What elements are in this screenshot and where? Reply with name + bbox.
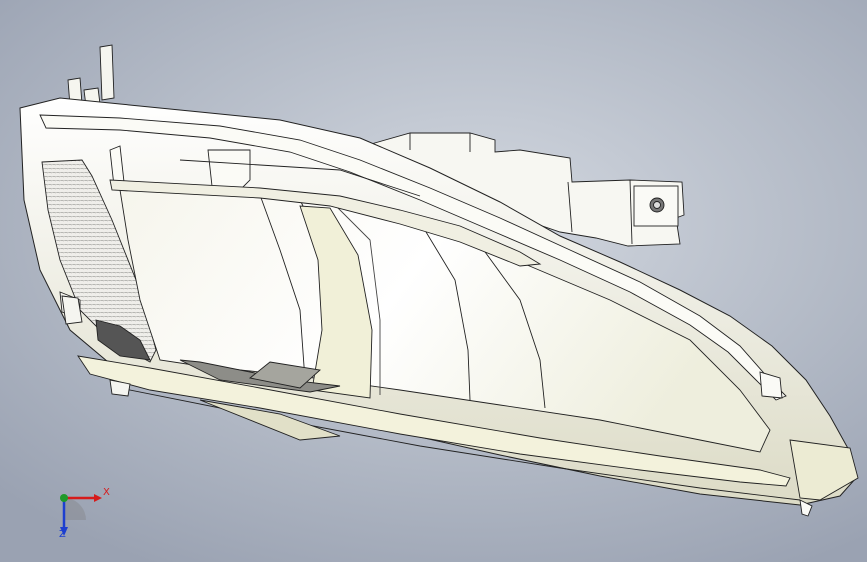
triad-plane	[64, 498, 86, 520]
graphics-viewport[interactable]: X Z	[0, 0, 867, 562]
y-axis-dot	[60, 494, 68, 502]
headlamp-model[interactable]	[0, 0, 867, 562]
x-arrow-head	[94, 494, 102, 502]
z-axis-label: Z	[59, 529, 66, 540]
top-posts	[67, 44, 115, 107]
x-axis-label: X	[103, 487, 110, 498]
